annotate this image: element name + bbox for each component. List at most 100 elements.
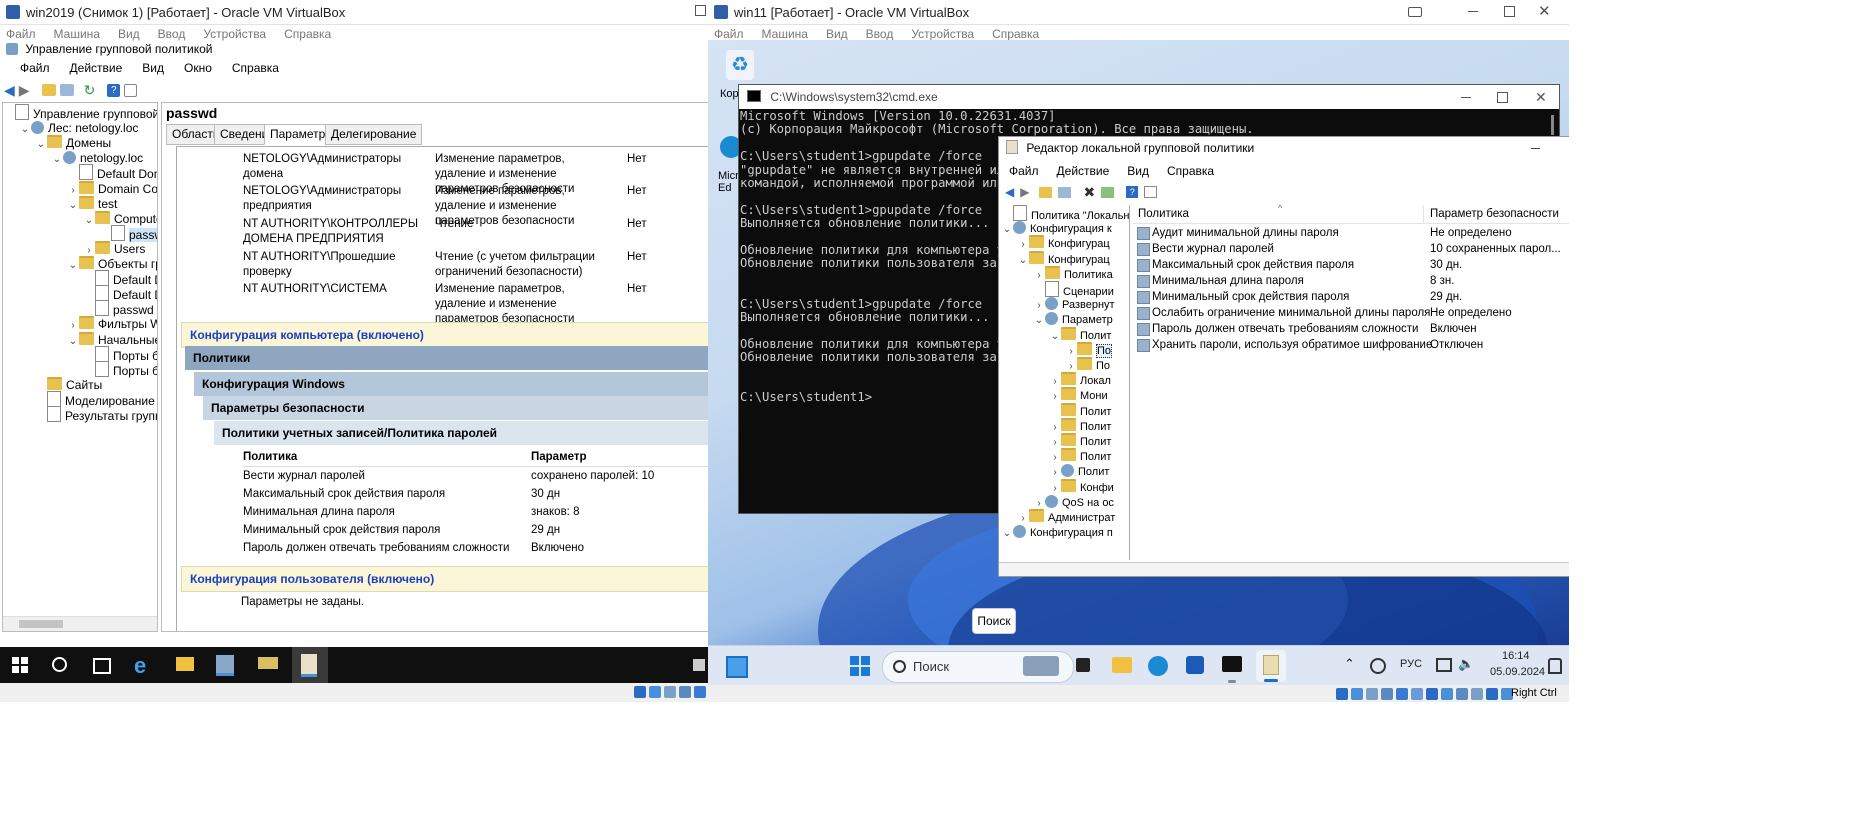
- vm-extra-icon[interactable]: [1408, 7, 1422, 17]
- right-vm-titlebar[interactable]: win11 [Работает] - Oracle VM VirtualBox …: [708, 0, 1569, 25]
- close-icon[interactable]: ✕: [1538, 2, 1551, 20]
- tree-hscrollbar[interactable]: [3, 616, 157, 631]
- gpmc-taskbar-icon[interactable]: [292, 647, 328, 683]
- policy-row[interactable]: Максимальный срок действия пароля 30 дн.: [1133, 257, 1569, 273]
- vm-menu-item-2[interactable]: Вид: [118, 27, 140, 41]
- gpedit-menu-item-2[interactable]: Вид: [1127, 164, 1149, 178]
- status-icon[interactable]: [1366, 688, 1378, 700]
- properties-icon[interactable]: [1144, 186, 1158, 198]
- chevron-up-icon[interactable]: ⌃: [1344, 656, 1355, 672]
- restore-icon[interactable]: [695, 5, 706, 16]
- taskbar-search-box[interactable]: Поиск: [882, 651, 1074, 683]
- status-icon[interactable]: [1471, 688, 1483, 700]
- maximize-icon[interactable]: [1504, 6, 1515, 17]
- network-icon[interactable]: [1370, 658, 1386, 674]
- policy-row[interactable]: Хранить пароли, используя обратимое шифр…: [1133, 337, 1569, 353]
- clock-date[interactable]: 05.09.2024: [1490, 666, 1545, 678]
- vm-menu-item-1[interactable]: Машина: [54, 27, 100, 41]
- cmd-minimize-icon[interactable]: [1461, 97, 1471, 98]
- gpmc-menu-item-1[interactable]: Действие: [70, 61, 123, 75]
- policy-row[interactable]: Ослабить ограничение минимальной длины п…: [1133, 305, 1569, 321]
- expand-chevron-icon[interactable]: ⌄: [1001, 221, 1013, 239]
- store-icon[interactable]: [1186, 656, 1204, 674]
- back-icon[interactable]: ◀: [1005, 185, 1014, 199]
- gpedit-titlebar[interactable]: Редактор локальной групповой политики: [999, 137, 1569, 159]
- windows-config-header[interactable]: Конфигурация Windows: [194, 372, 709, 396]
- expand-chevron-icon[interactable]: ⌄: [67, 333, 79, 351]
- display-icon[interactable]: [1436, 658, 1452, 672]
- policy-row[interactable]: Минимальный срок действия пароля 29 дн.: [1133, 289, 1569, 305]
- help-icon[interactable]: ?: [1126, 186, 1139, 198]
- gpedit-menu-item-3[interactable]: Справка: [1167, 164, 1214, 178]
- language-indicator[interactable]: РУС: [1400, 658, 1422, 670]
- forward-icon[interactable]: ▶: [19, 82, 30, 99]
- gpedit-menu-item-1[interactable]: Действие: [1057, 164, 1110, 178]
- expand-chevron-icon[interactable]: ⌄: [67, 257, 79, 275]
- explorer-icon[interactable]: [176, 657, 194, 671]
- expand-chevron-icon[interactable]: ⌄: [51, 151, 63, 169]
- vm-menu-item-0[interactable]: Файл: [6, 27, 36, 41]
- cmd-scrollbar[interactable]: [1551, 115, 1554, 135]
- expand-chevron-icon[interactable]: ⌄: [19, 121, 31, 139]
- list-col-policy[interactable]: Политика: [1138, 205, 1189, 223]
- gp-tree-item[interactable]: ⌄ Конфигурация п: [1001, 524, 1113, 542]
- notifications-icon[interactable]: [1548, 658, 1562, 674]
- search-icon[interactable]: [52, 657, 67, 672]
- delete-icon[interactable]: ✖: [1083, 184, 1095, 201]
- list-col-param[interactable]: Параметр безопасности: [1430, 205, 1559, 223]
- status-icon[interactable]: [679, 686, 691, 698]
- policy-row[interactable]: Вести журнал паролей 10 сохраненных парол…: [1133, 241, 1569, 257]
- up-folder-icon[interactable]: [1039, 186, 1053, 198]
- column-divider[interactable]: [1423, 205, 1424, 223]
- left-vm-titlebar[interactable]: win2019 (Снимок 1) [Работает] - Oracle V…: [0, 0, 708, 25]
- gpmc-menu-item-0[interactable]: Файл: [20, 61, 50, 75]
- vm-menu-item-3[interactable]: Ввод: [866, 27, 894, 41]
- security-settings-header[interactable]: Параметры безопасности: [203, 396, 709, 420]
- clock-time[interactable]: 16:14: [1502, 650, 1530, 662]
- gpedit-menu-item-0[interactable]: Файл: [1009, 164, 1039, 178]
- back-icon[interactable]: ◀: [4, 82, 15, 99]
- status-icon[interactable]: [1381, 688, 1393, 700]
- vm-menu-item-4[interactable]: Устройства: [203, 27, 266, 41]
- widgets-icon[interactable]: [726, 656, 748, 678]
- server-manager-icon[interactable]: [216, 655, 234, 676]
- properties-icon[interactable]: [124, 83, 138, 97]
- help-icon[interactable]: ?: [107, 83, 121, 97]
- tree-scroll-thumb[interactable]: [19, 620, 63, 628]
- status-icon[interactable]: [1441, 688, 1453, 700]
- status-icon[interactable]: [1336, 688, 1348, 700]
- task-view-icon[interactable]: [1076, 658, 1090, 672]
- computer-config-header[interactable]: Конфигурация компьютера (включено): [181, 322, 709, 348]
- policy-row[interactable]: Минимальная длина пароля 8 зн.: [1133, 273, 1569, 289]
- expand-chevron-icon[interactable]: ⌄: [1001, 525, 1013, 543]
- status-icon[interactable]: [1486, 688, 1498, 700]
- show-tree-icon[interactable]: [1058, 186, 1072, 198]
- task-view-icon[interactable]: [93, 658, 111, 674]
- keyboard-app-icon[interactable]: [258, 657, 278, 669]
- up-folder-icon[interactable]: [41, 84, 56, 96]
- status-icon[interactable]: [694, 686, 706, 698]
- policy-row[interactable]: Аудит минимальной длины пароля Не определ…: [1133, 225, 1569, 241]
- vm-menu-item-0[interactable]: Файл: [714, 27, 744, 41]
- explorer-icon[interactable]: [1112, 657, 1132, 673]
- user-config-header[interactable]: Конфигурация пользователя (включено): [181, 566, 709, 592]
- expand-chevron-icon[interactable]: ⌄: [35, 136, 47, 154]
- start-button[interactable]: [12, 657, 28, 673]
- start-button[interactable]: [850, 656, 870, 676]
- volume-icon[interactable]: 🔈: [1458, 656, 1474, 672]
- gpmc-menu-item-2[interactable]: Вид: [142, 61, 164, 75]
- tree-item[interactable]: Результаты групповой: [35, 406, 157, 424]
- policy-row[interactable]: Пароль должен отвечать требованиям сложн…: [1133, 321, 1569, 337]
- cmd-maximize-icon[interactable]: [1497, 92, 1508, 103]
- status-icon[interactable]: [649, 686, 661, 698]
- cmd-close-icon[interactable]: ✕: [1535, 85, 1547, 109]
- cmd-titlebar[interactable]: C:\Windows\system32\cmd.exe ✕: [739, 85, 1559, 109]
- expand-chevron-icon[interactable]: ⌄: [67, 197, 79, 215]
- ie-icon[interactable]: e: [134, 653, 146, 679]
- account-policy-header[interactable]: Политики учетных записей/Политика пароле…: [214, 421, 709, 445]
- expand-chevron-icon[interactable]: ⌄: [1017, 252, 1029, 270]
- show-tree-icon[interactable]: [59, 84, 74, 96]
- forward-icon[interactable]: ▶: [1020, 185, 1029, 199]
- export-icon[interactable]: [1101, 186, 1115, 198]
- policies-header[interactable]: Политики: [185, 346, 709, 370]
